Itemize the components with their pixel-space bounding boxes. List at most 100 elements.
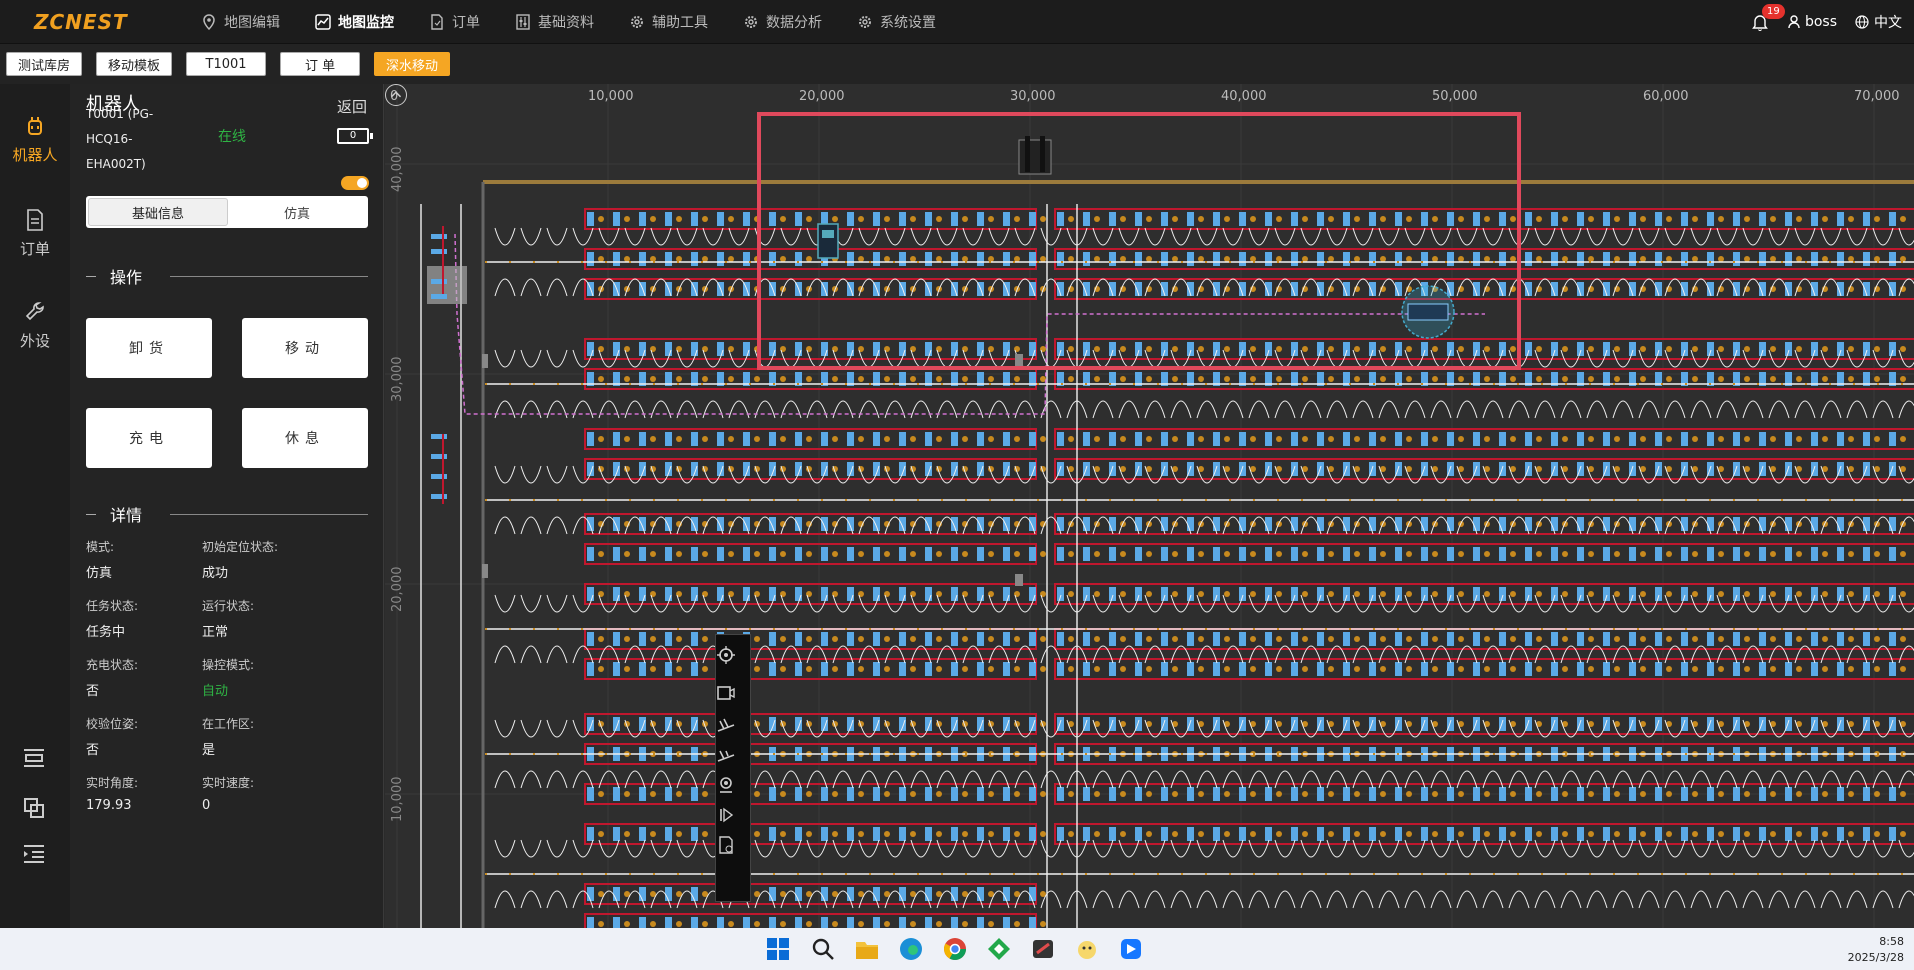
bin-slot	[691, 787, 698, 801]
bin-node	[1640, 436, 1646, 442]
bin-node	[1432, 216, 1438, 222]
user-menu[interactable]: boss	[1788, 14, 1837, 30]
bin-node	[1770, 636, 1776, 642]
bin-slot	[977, 787, 984, 801]
map-canvas[interactable]: 0 10,000 20,000 30,000 40,000 50,000 60,000 70,…	[385, 84, 1914, 928]
chrome-browser-icon[interactable]	[942, 936, 968, 962]
bin-node	[1094, 346, 1100, 352]
forklift-icon[interactable]	[716, 715, 736, 735]
rest-button[interactable]: 休息	[242, 408, 368, 468]
bin-node	[1224, 551, 1230, 557]
camera-icon[interactable]	[716, 683, 736, 703]
bin-node	[936, 831, 942, 837]
copy-icon[interactable]	[20, 794, 48, 822]
play-step-icon[interactable]	[716, 805, 736, 825]
unload-button[interactable]: 卸货	[86, 318, 212, 378]
windows-start-icon[interactable]	[765, 936, 791, 962]
pin-icon[interactable]	[716, 775, 736, 795]
curve-path	[1248, 770, 1270, 789]
edge-browser-icon[interactable]	[898, 936, 924, 962]
rail-label: 机器人	[12, 146, 58, 164]
app-yellow-icon[interactable]	[1074, 936, 1100, 962]
forklift-alt-icon[interactable]	[716, 745, 736, 765]
bin-node	[1874, 376, 1880, 382]
bin-node	[1406, 831, 1412, 837]
nav-data-analysis[interactable]: 数据分析	[742, 0, 822, 44]
bin-node	[1276, 831, 1282, 837]
rail-item-robot[interactable]: 机器人	[0, 114, 70, 165]
charge-button[interactable]: 充电	[86, 408, 212, 468]
bin-slot	[1863, 662, 1870, 676]
template-select[interactable]: 移动模板	[96, 52, 173, 76]
bin-node	[1380, 591, 1386, 597]
detail-label: 初始定位状态:	[202, 540, 279, 554]
collapse-up-icon[interactable]	[385, 84, 407, 106]
app-blue-icon[interactable]	[1118, 936, 1144, 962]
nav-orders[interactable]: 订单	[428, 0, 480, 44]
bin-node	[1822, 256, 1828, 262]
curve-path	[1638, 400, 1660, 419]
bin-slot	[769, 517, 776, 531]
bin-node	[728, 376, 734, 382]
language-switch[interactable]: 中文	[1855, 12, 1902, 32]
bin-node	[884, 216, 890, 222]
nav-system-settings[interactable]: 系统设置	[856, 0, 936, 44]
left-rail: 机器人 订单 外设	[0, 84, 70, 928]
bin-node	[1848, 436, 1854, 442]
robot-toggle[interactable]	[341, 176, 369, 190]
detail-label: 实时速度:	[202, 776, 255, 790]
rail-item-peripherals[interactable]: 外设	[0, 300, 70, 351]
nav-aux-tools[interactable]: 辅助工具	[628, 0, 708, 44]
bin-slot	[1707, 662, 1714, 676]
deep-move-button[interactable]: 深水移动	[374, 52, 451, 76]
bin-node	[1040, 791, 1046, 797]
bin-node	[1562, 346, 1568, 352]
curve-path	[1742, 400, 1764, 419]
layers-list-icon[interactable]	[20, 744, 48, 772]
bin-node	[1822, 551, 1828, 557]
app-green-icon[interactable]	[986, 936, 1012, 962]
doc-settings-icon[interactable]	[716, 835, 736, 855]
bin-slot	[1707, 547, 1714, 561]
curve-path	[832, 400, 854, 419]
nav-map-monitor[interactable]: 地图监控	[314, 0, 394, 44]
warehouse-map[interactable]: 0 10,000 20,000 30,000 40,000 50,000 60,000 70,…	[385, 84, 1914, 928]
indent-icon[interactable]	[20, 840, 48, 868]
bin-node	[1014, 921, 1020, 927]
bin-node	[1406, 376, 1412, 382]
bin-node	[1146, 346, 1152, 352]
locate-icon[interactable]	[716, 645, 736, 665]
folder-icon[interactable]	[854, 936, 880, 962]
warehouse-select[interactable]: 测试库房	[6, 52, 83, 76]
curve-path	[1378, 890, 1400, 909]
bin-slot	[743, 517, 750, 531]
bin-slot	[1707, 212, 1714, 226]
detail-value: 179.93	[86, 798, 132, 813]
rail-item-orders[interactable]: 订单	[0, 208, 70, 259]
nav-map-edit[interactable]: 地图编辑	[200, 0, 280, 44]
bin-slot	[639, 717, 646, 731]
bin-slot	[1785, 587, 1792, 601]
bin-slot	[1239, 787, 1246, 801]
back-button[interactable]: 返回	[337, 96, 367, 117]
bin-node	[1250, 831, 1256, 837]
bin-node	[1040, 436, 1046, 442]
bin-node	[858, 436, 864, 442]
nav-base-data[interactable]: 基础资料	[514, 0, 594, 44]
curve-path	[676, 400, 698, 419]
order-button[interactable]: 订 单	[280, 52, 361, 76]
bin-slot	[1837, 547, 1844, 561]
search-icon[interactable]	[810, 936, 836, 962]
bin-node	[1172, 256, 1178, 262]
curve-path	[1430, 770, 1452, 789]
bin-slot	[1785, 432, 1792, 446]
app-dev-icon[interactable]	[1030, 936, 1056, 962]
move-button[interactable]: 移动	[242, 318, 368, 378]
bin-node	[988, 436, 994, 442]
bin-node	[806, 256, 812, 262]
robot-select[interactable]: T1001	[186, 52, 267, 76]
tab-basic-info[interactable]: 基础信息	[88, 198, 228, 226]
bell-icon[interactable]: 19	[1752, 4, 1785, 32]
tab-simulation[interactable]: 仿真	[228, 198, 366, 226]
bin-node	[1510, 831, 1516, 837]
